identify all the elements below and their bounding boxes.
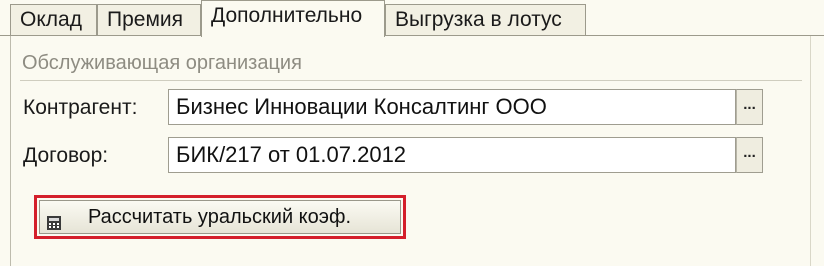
panel-border-right	[810, 36, 811, 266]
contract-field[interactable]: БИК/217 от 01.07.2012	[168, 137, 736, 173]
calculate-button-label: Рассчитать уральский коэф.	[88, 206, 351, 228]
tab-additional[interactable]: Дополнительно	[201, 0, 385, 37]
calculate-ural-coefficient-button[interactable]: Рассчитать уральский коэф.	[39, 200, 401, 234]
panel-border-left	[10, 36, 11, 266]
counterparty-label: Контрагент:	[23, 96, 138, 119]
document-form: Оклад Премия Дополнительно Выгрузка в ло…	[0, 0, 824, 266]
contract-label: Договор:	[23, 144, 109, 167]
tab-bar-divider	[0, 35, 824, 36]
tab-bar: Оклад Премия Дополнительно Выгрузка в ло…	[0, 0, 824, 37]
contract-select-button[interactable]: ...	[736, 137, 763, 173]
tab-lotus-export[interactable]: Выгрузка в лотус	[385, 4, 586, 35]
counterparty-select-button[interactable]: ...	[736, 89, 763, 125]
calculator-icon	[46, 209, 62, 230]
tab-salary[interactable]: Оклад	[10, 4, 97, 35]
tab-bonus[interactable]: Премия	[97, 4, 201, 35]
group-divider	[20, 80, 802, 81]
counterparty-field[interactable]: Бизнес Инновации Консалтинг ООО	[168, 89, 736, 125]
group-title-service-organization: Обслуживающая организация	[22, 52, 302, 74]
